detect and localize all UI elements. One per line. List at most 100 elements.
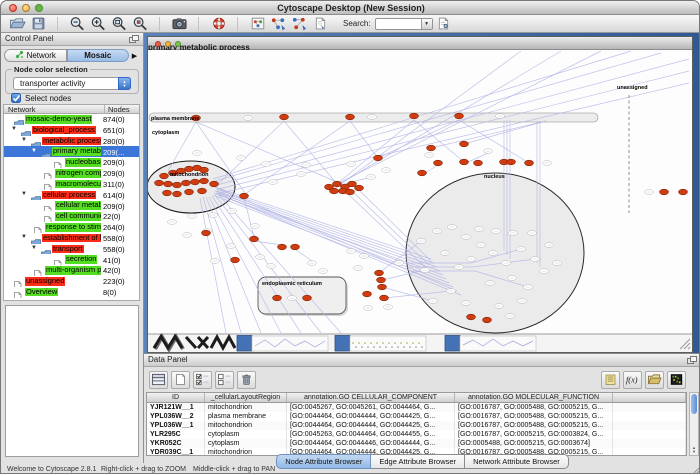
disclosure-triangle-icon[interactable]: ▼ — [31, 148, 37, 154]
tree-row[interactable]: nucleobase-209(0) — [4, 157, 139, 168]
tree-row[interactable]: ▼metabolic process280(0) — [4, 136, 139, 147]
table-row[interactable]: YLR295Ccytoplasm[GO:0045263, GO:0044464,… — [147, 430, 686, 439]
network-name[interactable]: secretion — [65, 255, 97, 264]
table-row[interactable]: YKR052Ccytoplasm[GO:0044464, GO:0044446,… — [147, 439, 686, 448]
network-name[interactable]: multi-organism pro — [45, 266, 101, 275]
birdseye-view[interactable] — [5, 305, 139, 457]
tree-row[interactable]: ▼transport558(0) — [4, 244, 139, 255]
search-input[interactable]: ▼ — [375, 18, 433, 30]
column-header[interactable]: ID — [147, 393, 205, 402]
network-name[interactable]: primary metabo — [52, 147, 101, 156]
open-file-button[interactable] — [7, 15, 28, 32]
tree-row[interactable]: nitrogen compo209(0) — [4, 168, 139, 179]
tab-mosaic[interactable]: Mosaic — [67, 49, 130, 62]
layout-a-button[interactable] — [268, 15, 289, 32]
disclosure-triangle-icon[interactable]: ▼ — [21, 234, 27, 240]
tree-row[interactable]: ▼primary metabo209(... — [4, 146, 139, 157]
layout-b-button[interactable] — [289, 15, 310, 32]
tree-col-nodes[interactable]: Nodes — [104, 105, 130, 113]
column-header[interactable]: annotation.GO MOLECULAR_FUNCTION — [455, 393, 613, 402]
column-header[interactable]: _cellularLayoutRegion — [205, 393, 287, 402]
window-titlebar[interactable]: Cytoscape Desktop (New Session) — [1, 1, 700, 15]
network-name[interactable]: macromolecule — [55, 180, 101, 189]
select-attributes-button[interactable] — [193, 371, 212, 389]
network-view-window[interactable]: primary metabolic process plasma membran… — [147, 36, 693, 353]
zoom-selected-button[interactable] — [130, 15, 151, 32]
minimize-window-button[interactable] — [22, 4, 30, 12]
network-name[interactable]: establishment of lo — [42, 234, 101, 243]
new-attribute-button[interactable] — [171, 371, 190, 389]
column-header[interactable] — [613, 393, 686, 402]
disclosure-triangle-icon[interactable]: ▼ — [21, 191, 27, 197]
network-name[interactable]: nucleobase- — [65, 158, 101, 167]
function-builder-button[interactable]: f(x) — [623, 371, 642, 389]
tree-row[interactable]: mosaic-demo-yeast874(0) — [4, 114, 139, 125]
zoom-view-button[interactable] — [175, 41, 181, 47]
network-name[interactable]: Overview — [25, 288, 58, 297]
tree-row[interactable]: secretion41(0) — [4, 254, 139, 265]
tree-row[interactable]: multi-organism pro42(0) — [4, 265, 139, 276]
network-name[interactable]: response to stimul — [45, 223, 101, 232]
network-name[interactable]: unassigned — [25, 277, 65, 286]
help-button[interactable] — [208, 15, 229, 32]
attribute-list-button[interactable] — [601, 371, 620, 389]
select-nodes-checkbox[interactable] — [11, 93, 21, 103]
tree-row[interactable]: cell communicat22(0) — [4, 211, 139, 222]
minimize-view-button[interactable] — [165, 41, 171, 47]
disclosure-triangle-icon[interactable]: ▼ — [11, 126, 17, 132]
tree-row[interactable]: ▼biological_process651(0) — [4, 125, 139, 136]
network-name[interactable]: mosaic-demo-yeast — [25, 115, 92, 124]
zoom-window-button[interactable] — [35, 4, 43, 12]
attribute-matrix-button[interactable] — [667, 371, 686, 389]
network-name[interactable]: metabolic process — [42, 137, 101, 146]
float-panel-icon[interactable] — [129, 35, 140, 46]
tree-row[interactable]: response to stimul264(0) — [4, 222, 139, 233]
network-name[interactable]: transport — [52, 245, 84, 254]
vizmapper-button[interactable] — [247, 15, 268, 32]
tree-row[interactable]: unassigned223(0) — [4, 276, 139, 287]
search-dropdown-icon[interactable]: ▼ — [421, 19, 432, 29]
scrollbar-thumb[interactable] — [691, 394, 697, 414]
table-row[interactable]: YPL036W__1mitochondrion[GO:0044464, GO:0… — [147, 421, 686, 430]
attribute-table-button[interactable] — [149, 371, 168, 389]
network-name[interactable]: cellular process — [42, 191, 96, 200]
network-page-icon — [34, 223, 42, 233]
network-name[interactable]: nitrogen compo — [55, 169, 101, 178]
scrollbar-arrows-icon[interactable]: ▲▼ — [690, 446, 698, 454]
tree-col-network[interactable]: Network — [8, 105, 36, 114]
disclosure-triangle-icon[interactable]: ▼ — [21, 137, 27, 143]
close-window-button[interactable] — [9, 4, 17, 12]
float-panel-icon[interactable] — [687, 356, 698, 367]
snapshot-button[interactable] — [169, 15, 190, 32]
tree-row[interactable]: Overview8(0) — [4, 287, 139, 298]
tree-row[interactable]: ▼establishment of lo558(0) — [4, 233, 139, 244]
import-attributes-button[interactable] — [645, 371, 664, 389]
network-canvas[interactable]: plasma membranecytoplasmmitochondrionnuc… — [148, 50, 692, 352]
network-name[interactable]: cell communicat — [55, 212, 101, 221]
import-network-button[interactable] — [433, 15, 454, 32]
zoom-fit-button[interactable] — [109, 15, 130, 32]
tree-row[interactable]: ▼cellular process614(0) — [4, 190, 139, 201]
zoom-out-button[interactable] — [67, 15, 88, 32]
column-header[interactable]: annotation.GO CELLULAR_COMPONENT — [287, 393, 455, 402]
close-view-button[interactable] — [155, 41, 161, 47]
delete-attribute-button[interactable] — [237, 371, 256, 389]
network-name[interactable]: cellular metabo — [55, 201, 101, 210]
resize-grip-icon[interactable] — [690, 466, 700, 474]
network-window-titlebar[interactable]: primary metabolic process — [148, 37, 692, 50]
save-session-button[interactable] — [28, 15, 49, 32]
network-name[interactable]: biological_process — [32, 126, 96, 135]
annotation-button[interactable] — [310, 15, 331, 32]
node-color-dropdown[interactable]: transporter activity ▲▼ — [13, 77, 131, 90]
more-tabs-arrow-icon[interactable]: ▶ — [129, 52, 140, 60]
tab-network[interactable]: Network — [4, 49, 67, 62]
tree-row[interactable]: cellular metabo209(0) — [4, 200, 139, 211]
table-row[interactable]: YPL036W__2plasma membrane[GO:0044464, GO… — [147, 412, 686, 421]
table-scrollbar[interactable]: ▲▼ — [689, 392, 699, 456]
table-row[interactable]: YJR121W__1mitochondrion[GO:0045267, GO:0… — [147, 403, 686, 412]
unselect-attributes-button[interactable] — [215, 371, 234, 389]
zoom-in-button[interactable] — [88, 15, 109, 32]
node-count: 22(0) — [103, 212, 121, 221]
disclosure-triangle-icon[interactable]: ▼ — [31, 245, 37, 251]
tree-row[interactable]: macromolecule311(0) — [4, 179, 139, 190]
